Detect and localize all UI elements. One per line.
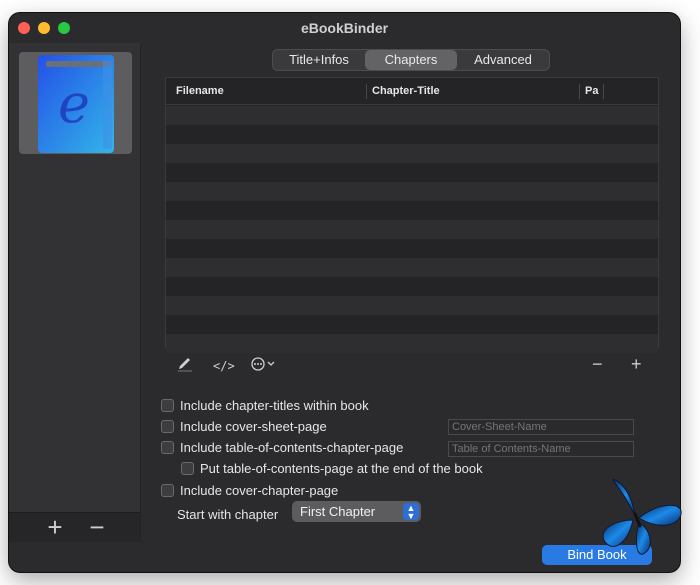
tab-advanced[interactable]: Advanced	[457, 50, 549, 70]
close-window-button[interactable]	[18, 22, 30, 34]
app-window: eBookBinder e + − Title+Infos Chapters A…	[9, 13, 680, 572]
toc-name-field[interactable]	[448, 441, 634, 457]
tab-chapters[interactable]: Chapters	[365, 50, 457, 70]
source-code-button[interactable]: </>	[213, 359, 235, 373]
add-book-button[interactable]: +	[42, 513, 68, 543]
start-chapter-popup[interactable]: First Chapter ▲ ▼	[292, 501, 421, 522]
start-chapter-value: First Chapter	[300, 504, 376, 519]
butterfly-logo-icon	[602, 478, 682, 555]
edit-chapter-button[interactable]	[176, 356, 194, 375]
remove-book-button[interactable]: −	[84, 513, 110, 543]
pencil-icon	[178, 358, 192, 372]
include-toc-option[interactable]: Include table-of-contents-chapter-page	[161, 439, 403, 457]
include-chapter-titles-label: Include chapter-titles within book	[180, 398, 369, 413]
include-toc-label: Include table-of-contents-chapter-page	[180, 440, 404, 455]
column-header-chapter-title[interactable]: Chapter-Title	[362, 78, 577, 105]
code-icon: </>	[213, 359, 235, 373]
include-cover-sheet-checkbox[interactable]	[161, 420, 174, 433]
column-header-page[interactable]: Pa	[577, 78, 603, 105]
tab-bar: Title+Infos Chapters Advanced	[272, 49, 550, 71]
chevron-up-down-icon: ▲ ▼	[403, 503, 419, 521]
include-cover-sheet-label: Include cover-sheet-page	[180, 419, 327, 434]
start-chapter-label: Start with chapter	[177, 507, 279, 522]
minus-icon: −	[89, 512, 105, 542]
include-toc-checkbox[interactable]	[161, 441, 174, 454]
table-row[interactable]	[166, 334, 658, 353]
include-cover-chapter-checkbox[interactable]	[161, 484, 174, 497]
zoom-window-button[interactable]	[58, 22, 70, 34]
minimize-window-button[interactable]	[38, 22, 50, 34]
include-chapter-titles-checkbox[interactable]	[161, 399, 174, 412]
book-item[interactable]: e	[19, 52, 132, 154]
add-chapter-button[interactable]: +	[631, 354, 642, 375]
table-row[interactable]	[166, 220, 658, 239]
chapters-table[interactable]: Filename Chapter-Title Pa	[165, 77, 659, 353]
ebook-icon: e	[38, 55, 114, 153]
tab-title-infos[interactable]: Title+Infos	[273, 50, 365, 70]
include-cover-sheet-option[interactable]: Include cover-sheet-page	[161, 418, 327, 436]
table-row[interactable]	[166, 277, 658, 296]
toc-at-end-option[interactable]: Put table-of-contents-page at the end of…	[181, 460, 483, 478]
table-row[interactable]	[166, 315, 658, 334]
plus-icon: +	[631, 354, 642, 374]
toc-at-end-checkbox[interactable]	[181, 462, 194, 475]
table-row[interactable]	[166, 125, 658, 144]
table-row[interactable]	[166, 106, 658, 125]
table-header: Filename Chapter-Title Pa	[166, 78, 658, 105]
table-row[interactable]	[166, 296, 658, 315]
cover-sheet-name-field[interactable]	[448, 419, 634, 435]
more-options-button[interactable]	[250, 356, 280, 375]
more-options-icon	[251, 357, 275, 371]
include-chapter-titles-option[interactable]: Include chapter-titles within book	[161, 397, 369, 415]
table-row[interactable]	[166, 163, 658, 182]
include-cover-chapter-label: Include cover-chapter-page	[180, 483, 339, 498]
table-row[interactable]	[166, 144, 658, 163]
plus-icon: +	[47, 512, 63, 542]
remove-chapter-button[interactable]: −	[592, 354, 603, 375]
window-title: eBookBinder	[300, 20, 389, 36]
table-row[interactable]	[166, 239, 658, 258]
include-cover-chapter-option[interactable]: Include cover-chapter-page	[161, 482, 338, 500]
minus-icon: −	[592, 354, 603, 374]
svg-text:e: e	[58, 72, 90, 135]
sidebar-bottom-bar: + −	[9, 512, 140, 542]
table-row[interactable]	[166, 258, 658, 277]
toc-at-end-label: Put table-of-contents-page at the end of…	[200, 461, 483, 476]
table-row[interactable]	[166, 182, 658, 201]
column-header-filename[interactable]: Filename	[166, 78, 366, 105]
sidebar: e + −	[9, 43, 141, 542]
table-row[interactable]	[166, 201, 658, 220]
